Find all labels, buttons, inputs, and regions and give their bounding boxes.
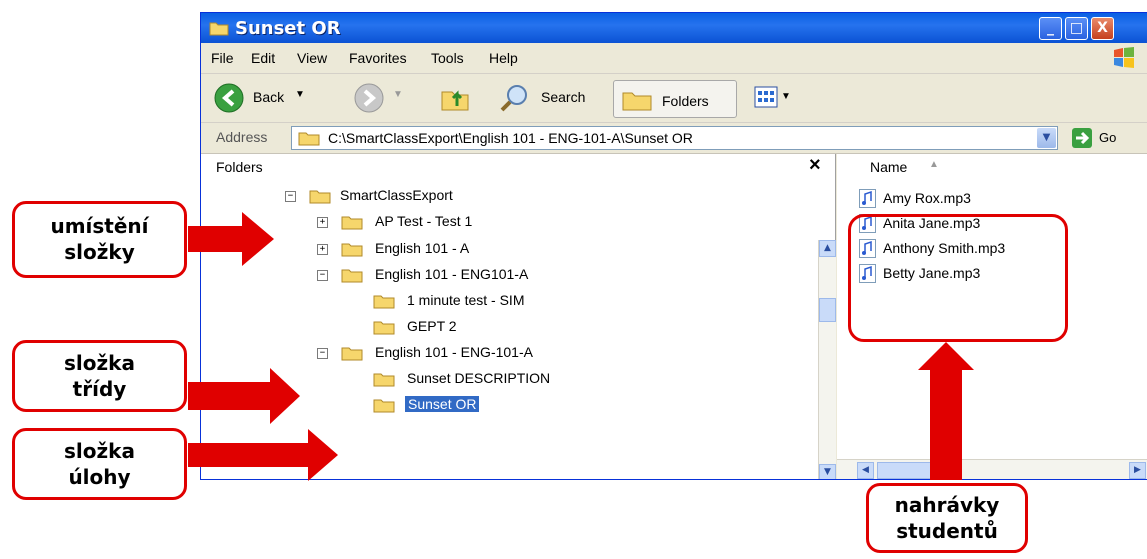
files-highlight	[848, 214, 1068, 342]
callout-line: třídy	[72, 377, 127, 401]
callout-line: složky	[64, 240, 135, 264]
callout-line: úlohy	[68, 465, 131, 489]
callout-location: umístění složky	[12, 201, 187, 278]
callout-line: složka	[64, 439, 135, 463]
callout-recordings: nahrávky studentů	[866, 483, 1028, 553]
callout-class-folder: složka třídy	[12, 340, 187, 412]
arrow-to-class-folder	[188, 368, 300, 424]
callout-line: umístění	[50, 214, 149, 238]
callout-line: studentů	[896, 519, 998, 543]
arrow-to-recordings	[918, 342, 974, 480]
callout-line: složka	[64, 351, 135, 375]
callout-assignment-folder: složka úlohy	[12, 428, 187, 500]
arrow-to-assignment-folder	[188, 429, 338, 481]
arrow-to-location	[188, 212, 274, 266]
callout-line: nahrávky	[894, 493, 1000, 517]
